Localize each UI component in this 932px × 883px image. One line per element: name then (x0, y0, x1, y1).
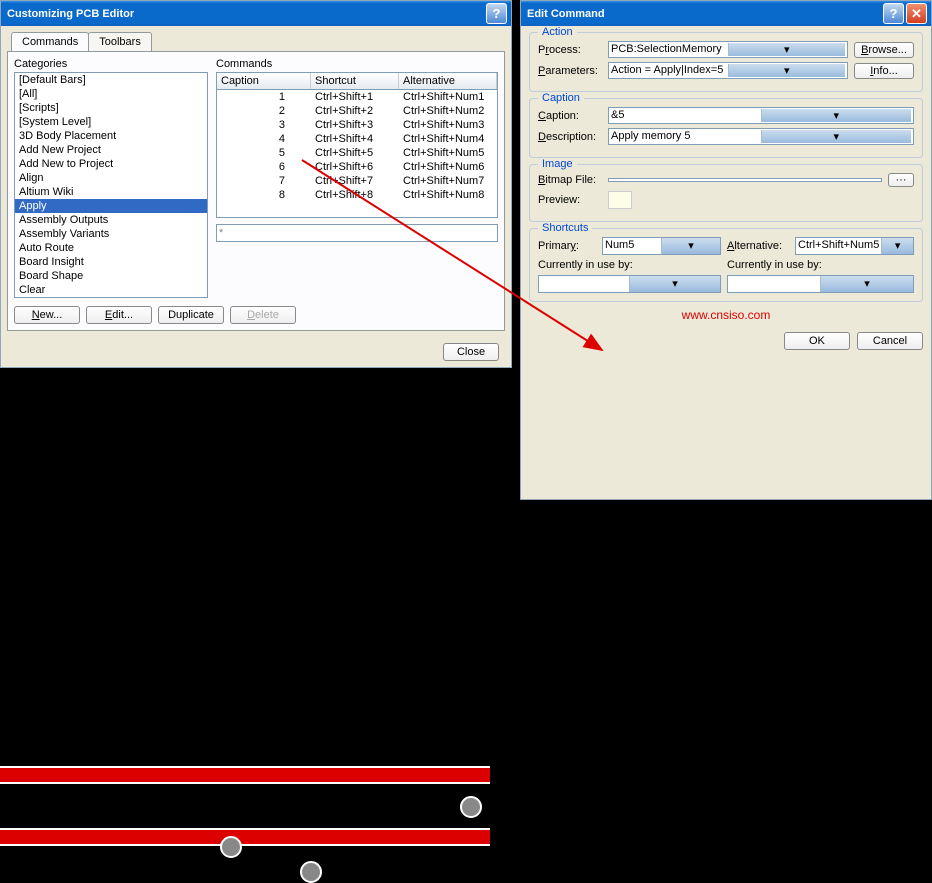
caption-group: Caption Caption: &5▾ Description: Apply … (529, 98, 923, 158)
category-item[interactable]: Assembly Variants (15, 227, 207, 241)
commands-list[interactable]: 1Ctrl+Shift+1Ctrl+Shift+Num12Ctrl+Shift+… (216, 90, 498, 218)
help-button[interactable]: ? (883, 3, 904, 24)
category-item[interactable]: 3D Body Placement (15, 129, 207, 143)
chevron-down-icon[interactable]: ▾ (629, 276, 720, 292)
pcb-pad (460, 796, 482, 818)
edit-button[interactable]: Edit... (86, 306, 152, 324)
categories-label: Categories (14, 58, 208, 70)
close-button[interactable]: Close (443, 343, 499, 361)
alternative-label: Alternative: (727, 240, 789, 252)
info-button[interactable]: Info... (854, 63, 914, 79)
window-title: Customizing PCB Editor (7, 8, 484, 20)
preview-box (608, 191, 632, 209)
group-title: Action (538, 26, 577, 38)
category-item[interactable]: Clear (15, 283, 207, 297)
group-title: Caption (538, 92, 584, 104)
titlebar[interactable]: Edit Command ? ✕ (521, 1, 931, 26)
category-item[interactable]: Add New Project (15, 143, 207, 157)
category-item[interactable]: Align (15, 171, 207, 185)
category-item[interactable]: Board Insight (15, 255, 207, 269)
currently-label: Currently in use by: (538, 259, 721, 271)
parameters-label: Parameters: (538, 65, 602, 77)
caption-combo[interactable]: &5▾ (608, 107, 914, 124)
bitmap-input[interactable] (608, 178, 882, 182)
caption-label: Caption: (538, 110, 602, 122)
ok-button[interactable]: OK (784, 332, 850, 350)
cancel-button[interactable]: Cancel (857, 332, 923, 350)
category-item[interactable]: Altium Wiki (15, 185, 207, 199)
commands-header[interactable]: Caption Shortcut Alternative (216, 72, 498, 90)
chevron-down-icon[interactable]: ▾ (881, 238, 913, 254)
delete-button: Delete (230, 306, 296, 324)
pcb-trace (0, 828, 490, 846)
bitmap-browse-button[interactable]: ··· (888, 173, 914, 187)
currently-label: Currently in use by: (727, 259, 914, 271)
category-item[interactable]: [Scripts] (15, 101, 207, 115)
command-row[interactable]: 7Ctrl+Shift+7Ctrl+Shift+Num7 (217, 174, 497, 188)
browse-button[interactable]: Browse... (854, 42, 914, 58)
tab-commands[interactable]: Commands (11, 32, 89, 51)
col-shortcut[interactable]: Shortcut (311, 73, 399, 89)
action-group: Action Process: PCB:SelectionMemory▾ Bro… (529, 32, 923, 92)
pcb-trace (0, 766, 490, 784)
primary-label: Primary: (538, 240, 596, 252)
category-item[interactable]: [Default Bars] (15, 73, 207, 87)
chevron-down-icon[interactable]: ▾ (661, 238, 720, 254)
currently-primary-combo[interactable]: ▾ (538, 275, 721, 293)
customize-dialog: Customizing PCB Editor ? Commands Toolba… (0, 0, 512, 368)
currently-alternative-combo[interactable]: ▾ (727, 275, 914, 293)
chevron-down-icon[interactable]: ▾ (820, 276, 913, 292)
command-row[interactable]: 2Ctrl+Shift+2Ctrl+Shift+Num2 (217, 104, 497, 118)
shortcuts-group: Shortcuts Primary: Num5▾ Alternative: Ct… (529, 228, 923, 302)
chevron-down-icon[interactable]: ▾ (728, 43, 846, 56)
watermark: www.cnsiso.com (529, 308, 923, 322)
chevron-down-icon[interactable]: ▾ (761, 109, 912, 122)
col-caption[interactable]: Caption (217, 73, 311, 89)
category-item[interactable]: Board Shape (15, 269, 207, 283)
description-combo[interactable]: Apply memory 5▾ (608, 128, 914, 145)
bitmap-label: Bitmap File: (538, 174, 602, 186)
duplicate-button[interactable]: Duplicate (158, 306, 224, 324)
command-row[interactable]: 8Ctrl+Shift+8Ctrl+Shift+Num8 (217, 188, 497, 202)
description-label: Description: (538, 131, 602, 143)
image-group: Image Bitmap File: ··· Preview: (529, 164, 923, 222)
group-title: Shortcuts (538, 222, 592, 234)
chevron-down-icon[interactable]: ▾ (761, 130, 912, 143)
command-row[interactable]: 5Ctrl+Shift+5Ctrl+Shift+Num5 (217, 146, 497, 160)
preview-label: Preview: (538, 194, 602, 206)
group-title: Image (538, 158, 577, 170)
category-item[interactable]: [System Level] (15, 115, 207, 129)
category-item[interactable]: [All] (15, 87, 207, 101)
window-title: Edit Command (527, 8, 881, 20)
category-item[interactable]: Add New to Project (15, 157, 207, 171)
pcb-pad (220, 836, 242, 858)
primary-combo[interactable]: Num5▾ (602, 237, 721, 255)
command-row[interactable]: 3Ctrl+Shift+3Ctrl+Shift+Num3 (217, 118, 497, 132)
tab-toolbars[interactable]: Toolbars (88, 32, 152, 51)
col-alternative[interactable]: Alternative (399, 73, 497, 89)
categories-listbox[interactable]: [Default Bars][All][Scripts][System Leve… (14, 72, 208, 298)
titlebar[interactable]: Customizing PCB Editor ? (1, 1, 511, 26)
category-item[interactable]: Auto Route (15, 241, 207, 255)
command-row[interactable]: 1Ctrl+Shift+1Ctrl+Shift+Num1 (217, 90, 497, 104)
command-row[interactable]: 4Ctrl+Shift+4Ctrl+Shift+Num4 (217, 132, 497, 146)
parameters-combo[interactable]: Action = Apply|Index=5▾ (608, 62, 848, 79)
pcb-pad (300, 861, 322, 883)
help-button[interactable]: ? (486, 3, 507, 24)
new-button[interactable]: New... (14, 306, 80, 324)
commands-label: Commands (216, 58, 498, 70)
filter-input[interactable] (216, 224, 498, 242)
process-label: Process: (538, 44, 602, 56)
chevron-down-icon[interactable]: ▾ (728, 64, 846, 77)
category-item[interactable]: Assembly Outputs (15, 213, 207, 227)
category-item[interactable]: Component Actions (15, 297, 207, 298)
close-icon[interactable]: ✕ (906, 3, 927, 24)
command-row[interactable]: 6Ctrl+Shift+6Ctrl+Shift+Num6 (217, 160, 497, 174)
category-item[interactable]: Apply (15, 199, 207, 213)
alternative-combo[interactable]: Ctrl+Shift+Num5▾ (795, 237, 914, 255)
edit-command-dialog: Edit Command ? ✕ Action Process: PCB:Sel… (520, 0, 932, 500)
process-combo[interactable]: PCB:SelectionMemory▾ (608, 41, 848, 58)
